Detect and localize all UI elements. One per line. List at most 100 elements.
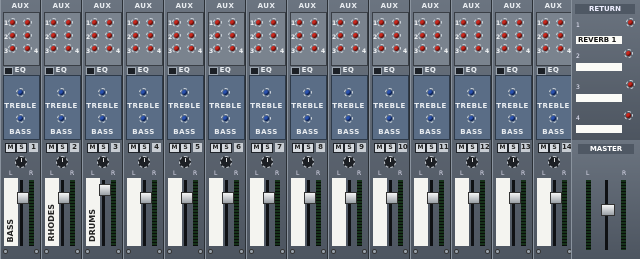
aux-knob-4[interactable] <box>146 31 155 40</box>
aux-knob-3[interactable] <box>213 31 222 40</box>
aux-knob-3[interactable] <box>49 31 58 40</box>
volume-fader[interactable] <box>140 192 152 205</box>
solo-button[interactable]: S <box>98 143 109 153</box>
pan-knob[interactable] <box>548 156 560 168</box>
volume-fader[interactable] <box>263 192 275 205</box>
pan-knob[interactable] <box>261 156 273 168</box>
mute-button[interactable]: M <box>456 143 467 153</box>
aux-knob-3[interactable] <box>254 31 263 40</box>
treble-knob[interactable] <box>426 88 435 97</box>
pan-knob[interactable] <box>138 156 150 168</box>
volume-fader[interactable] <box>468 192 480 205</box>
aux-knob-2[interactable] <box>23 18 32 27</box>
aux-knob-2[interactable] <box>515 18 524 27</box>
aux-knob-3[interactable] <box>541 31 550 40</box>
aux-knob-5[interactable] <box>459 44 468 53</box>
channel-name-strip[interactable] <box>496 178 510 246</box>
aux-knob-3[interactable] <box>377 31 386 40</box>
solo-button[interactable]: S <box>508 143 519 153</box>
aux-knob-5[interactable] <box>336 44 345 53</box>
mute-button[interactable]: M <box>87 143 98 153</box>
aux-knob-4[interactable] <box>105 31 114 40</box>
aux-knob-1[interactable] <box>336 18 345 27</box>
treble-knob[interactable] <box>303 88 312 97</box>
aux-knob-3[interactable] <box>336 31 345 40</box>
solo-button[interactable]: S <box>57 143 68 153</box>
treble-knob[interactable] <box>467 88 476 97</box>
aux-knob-4[interactable] <box>310 31 319 40</box>
volume-fader[interactable] <box>181 192 193 205</box>
aux-knob-6[interactable] <box>23 44 32 53</box>
channel-name-strip[interactable] <box>455 178 469 246</box>
bass-knob[interactable] <box>180 114 189 123</box>
aux-knob-6[interactable] <box>187 44 196 53</box>
aux-knob-4[interactable] <box>556 31 565 40</box>
volume-fader[interactable] <box>17 192 29 205</box>
aux-knob-6[interactable] <box>310 44 319 53</box>
aux-knob-4[interactable] <box>228 31 237 40</box>
aux-knob-5[interactable] <box>377 44 386 53</box>
solo-button[interactable]: S <box>180 143 191 153</box>
mute-button[interactable]: M <box>497 143 508 153</box>
aux-knob-1[interactable] <box>377 18 386 27</box>
aux-knob-1[interactable] <box>172 18 181 27</box>
pan-knob[interactable] <box>507 156 519 168</box>
aux-knob-3[interactable] <box>131 31 140 40</box>
master-fader[interactable] <box>601 204 615 216</box>
aux-knob-1[interactable] <box>90 18 99 27</box>
mute-button[interactable]: M <box>210 143 221 153</box>
aux-knob-3[interactable] <box>8 31 17 40</box>
aux-knob-1[interactable] <box>418 18 427 27</box>
aux-knob-1[interactable] <box>500 18 509 27</box>
aux-knob-3[interactable] <box>418 31 427 40</box>
treble-knob[interactable] <box>16 88 25 97</box>
bass-knob[interactable] <box>385 114 394 123</box>
aux-knob-2[interactable] <box>351 18 360 27</box>
channel-name-strip[interactable]: RHODES <box>45 178 59 246</box>
return-label-strip-2[interactable] <box>576 63 622 71</box>
solo-button[interactable]: S <box>16 143 27 153</box>
treble-knob[interactable] <box>98 88 107 97</box>
volume-fader[interactable] <box>345 192 357 205</box>
bass-knob[interactable] <box>16 114 25 123</box>
bass-knob[interactable] <box>549 114 558 123</box>
aux-knob-1[interactable] <box>49 18 58 27</box>
aux-knob-3[interactable] <box>459 31 468 40</box>
aux-knob-4[interactable] <box>23 31 32 40</box>
volume-fader[interactable] <box>509 192 521 205</box>
aux-knob-5[interactable] <box>172 44 181 53</box>
bass-knob[interactable] <box>344 114 353 123</box>
bass-knob[interactable] <box>221 114 230 123</box>
aux-knob-1[interactable] <box>254 18 263 27</box>
aux-knob-2[interactable] <box>474 18 483 27</box>
aux-knob-5[interactable] <box>49 44 58 53</box>
mute-button[interactable]: M <box>169 143 180 153</box>
bass-knob[interactable] <box>303 114 312 123</box>
volume-fader[interactable] <box>427 192 439 205</box>
aux-knob-4[interactable] <box>515 31 524 40</box>
channel-name-strip[interactable] <box>537 178 551 246</box>
aux-knob-3[interactable] <box>500 31 509 40</box>
channel-name-strip[interactable] <box>209 178 223 246</box>
pan-knob[interactable] <box>220 156 232 168</box>
volume-fader[interactable] <box>222 192 234 205</box>
mute-button[interactable]: M <box>251 143 262 153</box>
return-level-knob-4[interactable] <box>624 111 633 120</box>
channel-name-strip[interactable] <box>332 178 346 246</box>
aux-knob-6[interactable] <box>392 44 401 53</box>
aux-knob-6[interactable] <box>146 44 155 53</box>
treble-knob[interactable] <box>508 88 517 97</box>
pan-knob[interactable] <box>384 156 396 168</box>
aux-knob-3[interactable] <box>172 31 181 40</box>
solo-button[interactable]: S <box>549 143 560 153</box>
solo-button[interactable]: S <box>385 143 396 153</box>
aux-knob-1[interactable] <box>295 18 304 27</box>
channel-name-strip[interactable] <box>373 178 387 246</box>
volume-fader[interactable] <box>58 192 70 205</box>
channel-name-strip[interactable] <box>291 178 305 246</box>
solo-button[interactable]: S <box>344 143 355 153</box>
aux-knob-3[interactable] <box>295 31 304 40</box>
solo-button[interactable]: S <box>303 143 314 153</box>
channel-name-strip[interactable] <box>127 178 141 246</box>
aux-knob-6[interactable] <box>64 44 73 53</box>
